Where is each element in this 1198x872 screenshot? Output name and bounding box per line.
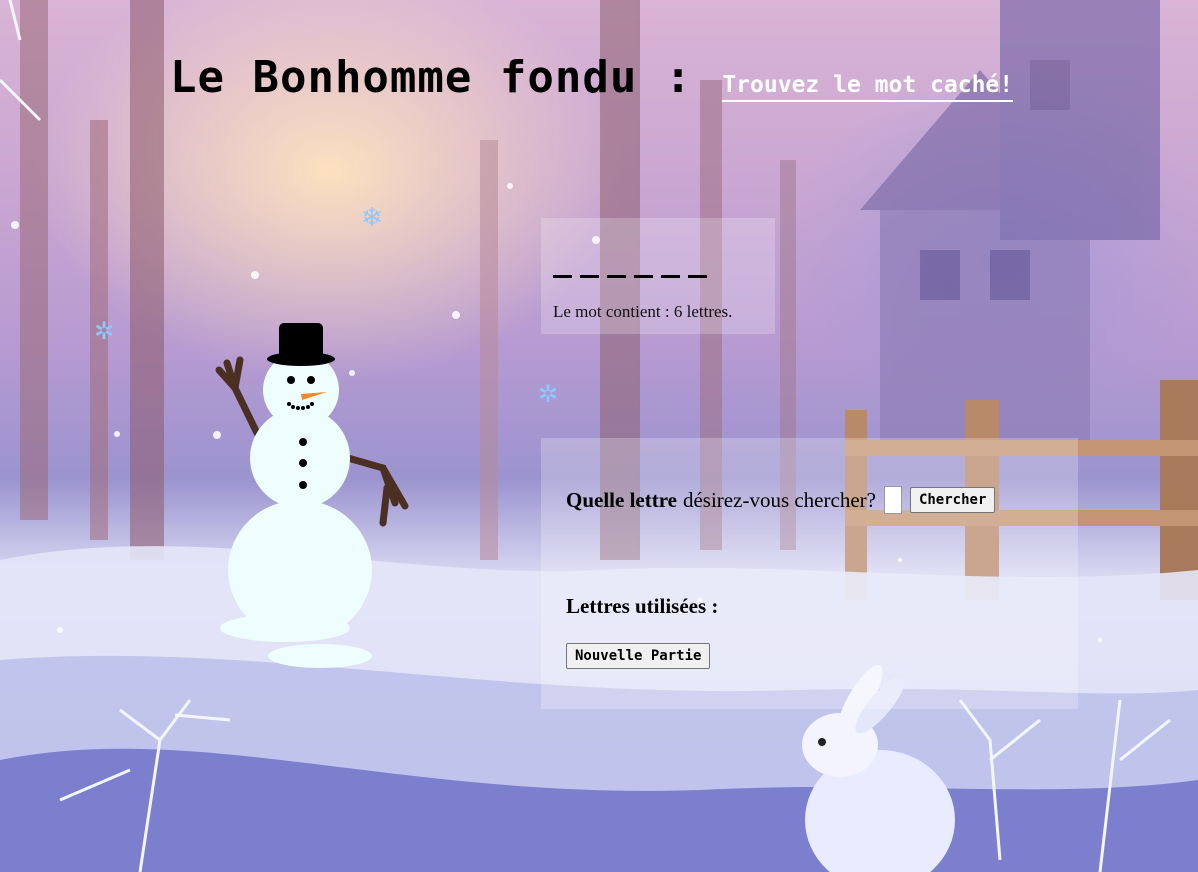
letter-dash bbox=[553, 275, 572, 278]
snowman bbox=[215, 323, 409, 668]
guess-form: Quelle lettre désirez-vous chercher? Che… bbox=[566, 486, 1053, 514]
question-bold-label: Quelle lettre bbox=[566, 487, 677, 512]
letter-count-text: Le mot contient : 6 lettres. bbox=[553, 302, 733, 321]
header: Le Bonhomme fondu : Trouvez le mot caché… bbox=[170, 52, 1014, 103]
letter-dash bbox=[634, 275, 653, 278]
page-title: Le Bonhomme fondu : bbox=[170, 52, 693, 103]
snowflake-icon: ❄ bbox=[361, 203, 383, 232]
letter-input[interactable] bbox=[883, 486, 902, 514]
letter-dash bbox=[580, 275, 599, 278]
letter-dash bbox=[661, 275, 680, 278]
snowflake-icon: ✲ bbox=[94, 319, 115, 345]
letter-dash bbox=[607, 275, 626, 278]
question-label: désirez-vous chercher? bbox=[682, 487, 876, 512]
new-game-button[interactable]: Nouvelle Partie bbox=[566, 643, 711, 669]
winter-background bbox=[0, 0, 1198, 872]
letter-dash bbox=[688, 275, 707, 278]
hidden-word-dashes bbox=[553, 258, 763, 278]
snowflake-icon: ✲ bbox=[538, 382, 559, 408]
search-button[interactable]: Chercher bbox=[909, 487, 996, 513]
guess-panel: Quelle lettre désirez-vous chercher? Che… bbox=[541, 438, 1078, 709]
page-subtitle: Trouvez le mot caché! bbox=[722, 72, 1014, 102]
hidden-word-panel: Le mot contient : 6 lettres. bbox=[541, 218, 775, 334]
used-letters-label: Lettres utilisées : bbox=[566, 594, 719, 618]
